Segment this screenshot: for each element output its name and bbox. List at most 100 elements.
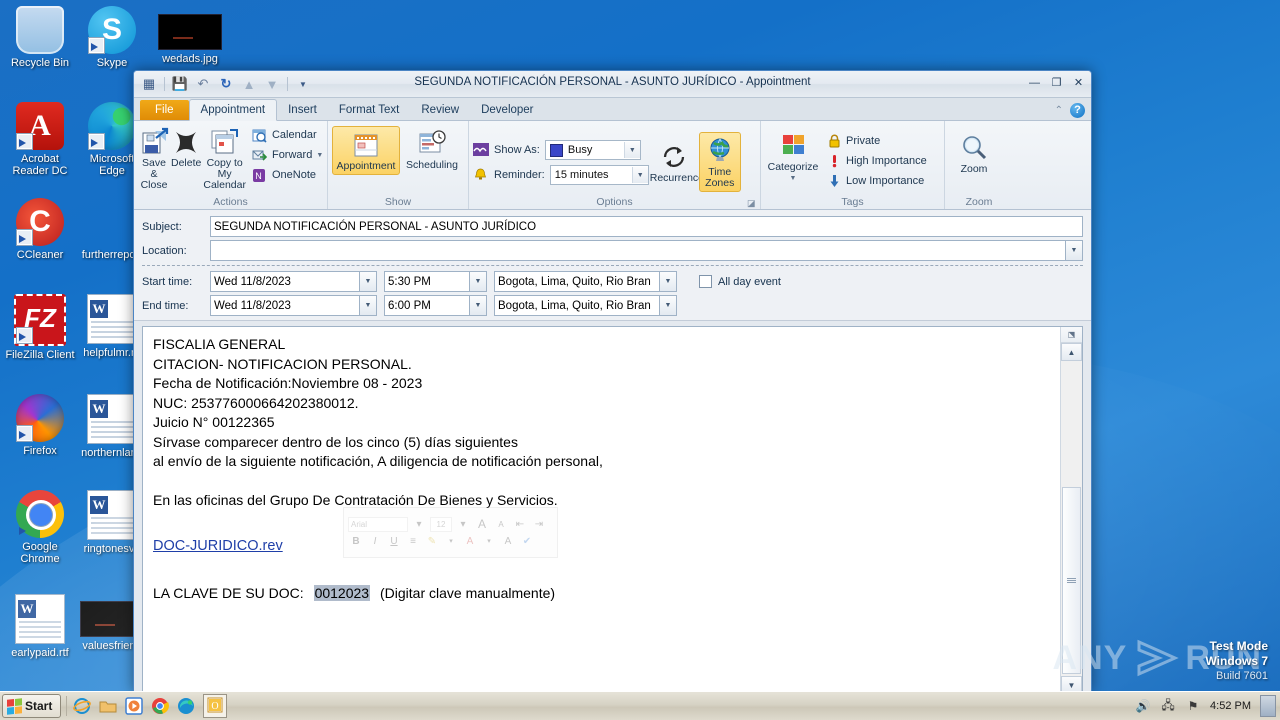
- desktop-icon-skype[interactable]: S Skype: [76, 6, 148, 69]
- chevron-down-icon[interactable]: ▾: [411, 517, 427, 532]
- reminder-dropdown[interactable]: 15 minutes ▼: [549, 165, 649, 185]
- start-timezone-input[interactable]: Bogota, Lima, Quito, Rio Bran: [494, 271, 660, 292]
- recurrence-button[interactable]: Recurrence: [649, 139, 704, 186]
- font-size-field[interactable]: 12: [430, 516, 452, 532]
- options-dialog-launcher[interactable]: ◪: [747, 198, 757, 208]
- document-link[interactable]: DOC-JURIDICO.rev: [153, 538, 283, 554]
- start-date-dropdown-arrow[interactable]: ▼: [360, 271, 377, 292]
- highlight-icon[interactable]: ✎: [424, 534, 440, 549]
- chevron-down-icon[interactable]: ▼: [316, 152, 323, 159]
- end-date-dropdown-arrow[interactable]: ▼: [360, 295, 377, 316]
- appointment-view-button[interactable]: Appointment: [332, 126, 400, 175]
- start-timezone-dropdown-arrow[interactable]: ▼: [660, 271, 677, 292]
- ribbon-tabs[interactable]: File Appointment Insert Format Text Revi…: [134, 98, 1091, 121]
- chevron-down-icon[interactable]: ▼: [623, 142, 640, 158]
- message-body-text[interactable]: FISCALIA GENERAL CITACION- NOTIFICACION …: [143, 327, 1060, 694]
- close-button[interactable]: ✕: [1070, 75, 1087, 90]
- action-center-flag-icon[interactable]: ⚑: [1185, 698, 1201, 714]
- shrink-font-icon[interactable]: A: [493, 517, 509, 532]
- underline-icon[interactable]: U: [386, 534, 402, 549]
- forward-button[interactable]: Forward ▼: [249, 146, 326, 164]
- start-button[interactable]: Start: [2, 694, 62, 718]
- scroll-up-button[interactable]: ▲: [1061, 343, 1082, 361]
- start-date-input[interactable]: Wed 11/8/2023: [210, 271, 360, 292]
- italic-icon[interactable]: I: [367, 534, 383, 549]
- chevron-down-icon[interactable]: ▾: [481, 534, 497, 549]
- show-desktop-button[interactable]: [1260, 695, 1276, 717]
- decrease-indent-icon[interactable]: ⇤: [512, 517, 528, 532]
- google-chrome-icon[interactable]: [150, 697, 169, 716]
- volume-icon[interactable]: 🔊: [1135, 698, 1151, 714]
- scrollbar-thumb[interactable]: [1062, 487, 1081, 674]
- copy-to-my-calendar-button[interactable]: Copy to My Calendar: [202, 124, 247, 193]
- windows-explorer-icon[interactable]: [98, 697, 117, 716]
- desktop-icon-filezilla[interactable]: FZ FileZilla Client: [4, 294, 76, 361]
- desktop-icon-ccleaner[interactable]: C CCleaner: [4, 198, 76, 261]
- desktop-icon-google-chrome[interactable]: Google Chrome: [4, 490, 76, 565]
- font-color-icon[interactable]: A: [462, 534, 478, 549]
- save-and-close-button[interactable]: Save & Close: [138, 124, 170, 193]
- mini-formatting-toolbar[interactable]: Arial ▾ 12 ▾ A A ⇤ ⇥ B I U ≡ ✎ ▾ A ▾ A ✔: [343, 507, 558, 558]
- tab-format-text[interactable]: Format Text: [328, 100, 411, 120]
- tab-insert[interactable]: Insert: [277, 100, 328, 120]
- align-icon[interactable]: ≡: [405, 534, 421, 549]
- end-time-dropdown-arrow[interactable]: ▼: [470, 295, 487, 316]
- bold-icon[interactable]: B: [348, 534, 364, 549]
- tab-file[interactable]: File: [140, 100, 189, 120]
- internet-explorer-icon[interactable]: [72, 697, 91, 716]
- end-timezone-dropdown-arrow[interactable]: ▼: [660, 295, 677, 316]
- tab-review[interactable]: Review: [410, 100, 470, 120]
- chevron-down-icon[interactable]: ▼: [631, 167, 648, 183]
- checkbox-box[interactable]: [699, 275, 712, 288]
- show-as-dropdown[interactable]: Busy ▼: [544, 140, 641, 160]
- format-painter-icon[interactable]: ✔: [519, 534, 535, 549]
- microsoft-edge-icon[interactable]: [176, 697, 195, 716]
- start-time-input[interactable]: 5:30 PM: [384, 271, 470, 292]
- desktop-icon-wedads[interactable]: wedads.jpg: [150, 14, 230, 65]
- desktop-icon-earlypaid[interactable]: W earlypaid.rtf: [4, 594, 76, 659]
- maximize-button[interactable]: ❐: [1048, 75, 1065, 90]
- time-zones-button[interactable]: Time Zones: [698, 132, 741, 192]
- ribbon-tab-right-controls[interactable]: ⌃ ?: [1055, 103, 1085, 118]
- collapse-ribbon-icon[interactable]: ⌃: [1055, 105, 1063, 116]
- font-name-field[interactable]: Arial: [348, 516, 408, 532]
- media-player-icon[interactable]: [124, 697, 143, 716]
- body-vertical-scrollbar[interactable]: ⬔ ▲ ▼: [1060, 327, 1082, 694]
- increase-indent-icon[interactable]: ⇥: [531, 517, 547, 532]
- tab-developer[interactable]: Developer: [470, 100, 544, 120]
- onenote-button[interactable]: N OneNote: [249, 166, 326, 184]
- taskbar-task-outlook[interactable]: O: [203, 694, 228, 718]
- subject-input[interactable]: SEGUNDA NOTIFICACIÓN PERSONAL - ASUNTO J…: [210, 216, 1083, 237]
- high-importance-button[interactable]: High Importance: [823, 152, 930, 170]
- start-time-dropdown-arrow[interactable]: ▼: [470, 271, 487, 292]
- desktop-icon-acrobat-reader[interactable]: A Acrobat Reader DC: [4, 102, 76, 177]
- clock[interactable]: 4:52 PM: [1210, 700, 1251, 712]
- calendar-button[interactable]: Calendar: [249, 126, 326, 144]
- message-body-editor[interactable]: FISCALIA GENERAL CITACION- NOTIFICACION …: [142, 326, 1083, 695]
- private-button[interactable]: Private: [823, 132, 930, 150]
- tab-appointment[interactable]: Appointment: [188, 99, 278, 121]
- end-date-input[interactable]: Wed 11/8/2023: [210, 295, 360, 316]
- chevron-down-icon[interactable]: ▾: [443, 534, 459, 549]
- clave-value[interactable]: 0012023: [313, 585, 371, 601]
- grow-font-icon[interactable]: A: [474, 517, 490, 532]
- network-icon[interactable]: 🖧: [1160, 698, 1176, 714]
- title-bar[interactable]: ▦ 💾 ↶ ↻ ▲ ▼ ▼ SEGUNDA NOTIFICACIÓN PERSO…: [134, 71, 1091, 98]
- desktop-icon-recycle-bin[interactable]: Recycle Bin: [4, 6, 76, 69]
- window-controls[interactable]: — ❐ ✕: [1026, 75, 1087, 90]
- desktop-icon-firefox[interactable]: Firefox: [4, 394, 76, 457]
- all-day-event-checkbox[interactable]: All day event: [699, 275, 781, 288]
- categorize-button[interactable]: Categorize ▼: [765, 128, 821, 186]
- split-window-button[interactable]: ⬔: [1061, 327, 1082, 343]
- end-timezone-input[interactable]: Bogota, Lima, Quito, Rio Bran: [494, 295, 660, 316]
- location-dropdown-arrow[interactable]: ▼: [1066, 240, 1083, 261]
- zoom-button[interactable]: Zoom: [949, 130, 999, 177]
- help-icon[interactable]: ?: [1070, 103, 1085, 118]
- scheduling-button[interactable]: Scheduling: [400, 126, 464, 173]
- end-time-input[interactable]: 6:00 PM: [384, 295, 470, 316]
- chevron-down-icon[interactable]: ▼: [766, 173, 820, 184]
- location-input[interactable]: [210, 240, 1066, 261]
- minimize-button[interactable]: —: [1026, 75, 1043, 90]
- clear-formatting-icon[interactable]: A: [500, 534, 516, 549]
- chevron-down-icon[interactable]: ▾: [455, 517, 471, 532]
